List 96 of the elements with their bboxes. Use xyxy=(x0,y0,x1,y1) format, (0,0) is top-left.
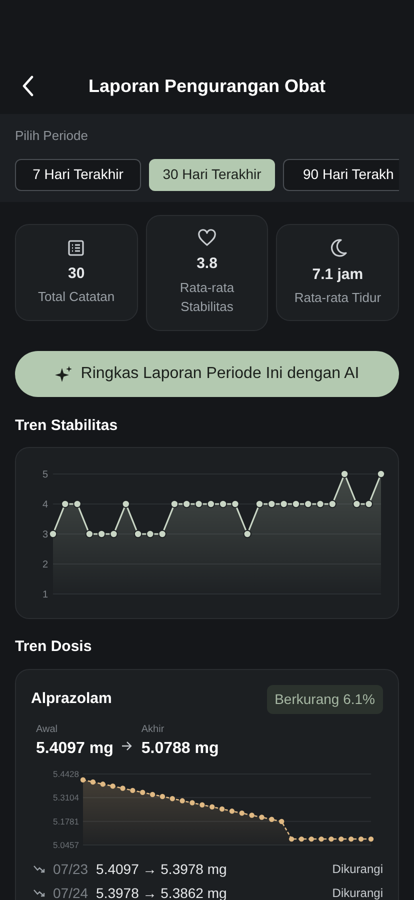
change-status: Dikurangi xyxy=(332,885,383,900)
data-point xyxy=(292,500,300,508)
trend-down-icon xyxy=(33,865,45,873)
axis-tick-label: 5.3104 xyxy=(53,792,79,802)
start-dose: 5.4097 mg xyxy=(36,738,114,758)
start-label: Awal xyxy=(36,722,58,736)
period-tab[interactable]: 30 Hari Terakhir xyxy=(149,158,275,190)
data-point xyxy=(100,781,106,786)
data-point xyxy=(376,470,386,478)
data-point xyxy=(304,500,312,508)
data-point xyxy=(328,836,334,842)
data-point xyxy=(298,836,304,842)
data-point xyxy=(210,804,215,809)
heart-icon xyxy=(197,229,217,248)
change-dose: 5.4097 → 5.3978 mg xyxy=(96,860,228,879)
data-point xyxy=(73,500,82,508)
sparkle-icon xyxy=(54,364,73,382)
data-point xyxy=(140,789,146,794)
data-point xyxy=(170,796,175,801)
data-point xyxy=(110,783,116,788)
data-point xyxy=(318,836,324,842)
period-tab[interactable]: 90 Hari Terakh xyxy=(283,158,399,190)
data-point xyxy=(120,785,126,790)
data-point xyxy=(269,816,274,822)
ai-summary-button[interactable]: Ringkas Laporan Periode Ini dengan AI xyxy=(15,350,399,396)
data-point xyxy=(279,818,284,824)
data-point xyxy=(218,500,228,508)
data-point xyxy=(146,530,154,538)
data-point xyxy=(364,500,373,508)
stat-label: Rata-rata Tidur xyxy=(294,289,382,308)
arrow-icon xyxy=(121,740,134,750)
section-title: Tren Dosis xyxy=(14,637,93,657)
data-point xyxy=(316,500,324,508)
period-tab[interactable]: 7 Hari Terakhir xyxy=(15,158,141,190)
data-point xyxy=(158,530,166,538)
data-point xyxy=(194,500,203,508)
stat-label: Rata-rata Stabilitas xyxy=(178,278,236,316)
data-point xyxy=(249,812,254,818)
change-status: Dikurangi xyxy=(332,861,383,878)
trend-down-icon xyxy=(33,889,45,897)
data-point xyxy=(170,500,179,508)
data-point xyxy=(61,500,70,508)
change-date: 07/23 xyxy=(53,860,88,878)
axis-tick-label: 5.0457 xyxy=(53,840,79,850)
axis-tick-label: 4 xyxy=(42,500,48,510)
axis-tick-label: 2 xyxy=(42,560,48,570)
data-point xyxy=(98,530,106,538)
axis-tick-label: 5 xyxy=(42,470,48,480)
data-point xyxy=(259,814,264,820)
status-badge: Berkurang 6.1% xyxy=(266,684,383,714)
change-date: 07/24 xyxy=(53,884,88,900)
data-point xyxy=(231,500,240,508)
axis-tick-label: 5.1781 xyxy=(53,816,79,826)
data-point xyxy=(48,530,58,538)
axis-tick-label: 5.4428 xyxy=(53,768,79,778)
axis-tick-label: 1 xyxy=(42,590,48,600)
data-point xyxy=(90,778,96,784)
data-point xyxy=(219,806,225,812)
data-point xyxy=(352,500,361,508)
list-icon xyxy=(67,238,86,257)
data-point xyxy=(358,836,364,842)
stat-value: 30 xyxy=(68,264,85,284)
data-point xyxy=(206,500,216,508)
data-point xyxy=(229,808,235,814)
data-point xyxy=(110,530,118,538)
data-point xyxy=(255,500,264,508)
stat-label: Total Catatan xyxy=(38,288,115,306)
axis-tick-label: 3 xyxy=(42,530,48,540)
data-point xyxy=(268,500,276,508)
data-point xyxy=(182,500,191,508)
screen-title: Laporan Pengurangan Obat xyxy=(87,74,327,98)
stat-value: 3.8 xyxy=(196,254,218,274)
section-label: Pilih Periode xyxy=(15,127,89,145)
data-point xyxy=(180,798,185,803)
stat-value: 7.1 jam xyxy=(312,264,364,285)
moon-icon xyxy=(328,238,347,258)
section-title: Tren Stabilitas xyxy=(14,416,119,436)
data-point xyxy=(338,836,344,842)
data-point xyxy=(308,836,314,842)
data-point xyxy=(368,836,374,842)
data-point xyxy=(130,787,136,793)
data-point xyxy=(190,800,195,805)
data-point xyxy=(150,791,156,797)
data-point xyxy=(160,793,166,799)
data-point xyxy=(348,836,354,842)
data-point xyxy=(80,776,86,782)
data-point xyxy=(288,836,294,842)
end-dose: 5.0788 mg xyxy=(141,738,219,758)
data-point xyxy=(239,810,244,816)
end-label: Akhir xyxy=(141,722,166,736)
data-point xyxy=(122,500,130,508)
medication-name: Alprazolam xyxy=(31,688,112,709)
data-point xyxy=(280,500,288,508)
data-point xyxy=(328,500,336,508)
data-point xyxy=(200,802,205,807)
data-point xyxy=(340,470,349,478)
